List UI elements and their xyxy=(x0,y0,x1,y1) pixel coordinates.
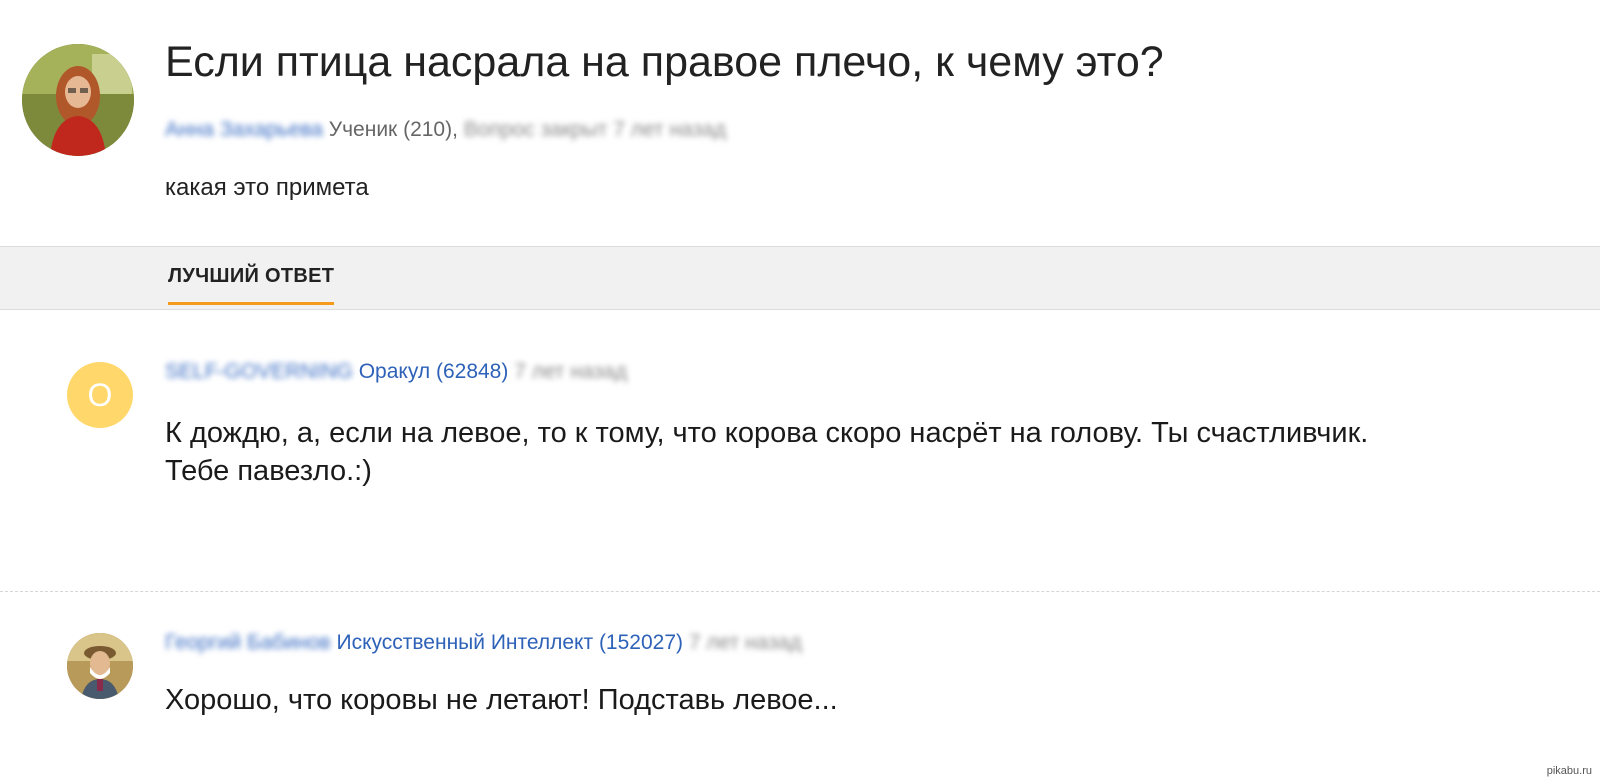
question-author-rank: Ученик (210), xyxy=(328,118,458,141)
answer-author-rank: Оракул (62848) xyxy=(358,360,509,383)
question-status: Вопрос закрыт 7 лет назад xyxy=(463,118,727,141)
user-photo-icon xyxy=(67,633,133,699)
answer-item: Георгий Бабинов Искусственный Интеллект … xyxy=(0,593,1600,783)
answer-text-line: Тебе павезло.:) xyxy=(165,455,372,487)
answer-author-avatar[interactable]: О xyxy=(67,362,133,428)
tab-best-answer[interactable]: ЛУЧШИЙ ОТВЕТ xyxy=(168,265,335,305)
answer-text: К дождю, а, если на левое, то к тому, чт… xyxy=(165,414,1585,490)
answer-text-line: Хорошо, что коровы не летают! Подставь л… xyxy=(165,684,838,716)
answer-time: 7 лет назад xyxy=(514,360,627,383)
answer-author-rank: Искусственный Интеллект (152027) xyxy=(336,631,683,654)
answer-author-name[interactable]: SELF-GOVERNING xyxy=(165,360,353,383)
watermark: pikabu.ru xyxy=(1546,765,1592,777)
question-title: Если птица насрала на правое плечо, к че… xyxy=(165,38,1164,86)
best-answer: О SELF-GOVERNING Оракул (62848) 7 лет на… xyxy=(0,310,1600,592)
answer-text-line: К дождю, а, если на левое, то к тому, чт… xyxy=(165,417,1369,449)
answer-text: Хорошо, что коровы не летают! Подставь л… xyxy=(165,681,1585,719)
answer-meta: SELF-GOVERNING Оракул (62848) 7 лет наза… xyxy=(165,360,627,384)
answer-meta: Георгий Бабинов Искусственный Интеллект … xyxy=(165,631,802,655)
question-author-name[interactable]: Анна Захарьева xyxy=(165,118,323,141)
answers-tab-bar: ЛУЧШИЙ ОТВЕТ xyxy=(0,246,1600,310)
question-header: Если птица насрала на правое плечо, к че… xyxy=(0,0,1600,250)
answer-author-avatar[interactable] xyxy=(67,633,133,699)
user-photo-icon xyxy=(22,44,134,156)
question-author-avatar[interactable] xyxy=(22,44,134,156)
question-body: какая это примета xyxy=(165,174,369,201)
answer-divider xyxy=(0,591,1600,592)
question-meta: Анна Захарьева Ученик (210), Вопрос закр… xyxy=(165,118,726,142)
answer-author-name[interactable]: Георгий Бабинов xyxy=(165,631,331,654)
answer-time: 7 лет назад xyxy=(688,631,802,654)
